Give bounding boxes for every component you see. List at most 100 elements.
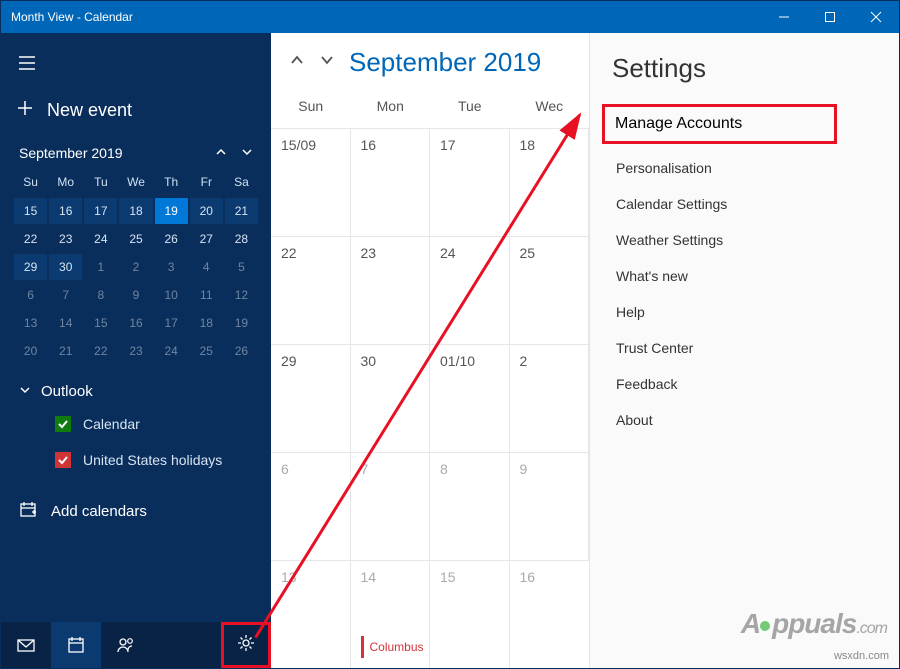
new-event-button[interactable]: New event xyxy=(1,88,271,139)
mini-day[interactable]: 17 xyxy=(155,310,188,336)
day-cell[interactable]: 30 xyxy=(351,345,431,453)
mini-day[interactable]: 4 xyxy=(190,254,223,280)
settings-item-manage-accounts[interactable]: Manage Accounts xyxy=(602,104,837,144)
mini-day[interactable]: 29 xyxy=(14,254,47,280)
mini-day[interactable]: 22 xyxy=(84,338,117,364)
calendar-item[interactable]: United States holidays xyxy=(19,442,253,478)
mini-day[interactable]: 19 xyxy=(225,310,258,336)
mini-day[interactable]: 21 xyxy=(49,338,82,364)
mini-day[interactable]: 14 xyxy=(49,310,82,336)
day-cell[interactable]: 13 xyxy=(271,561,351,668)
day-number: 30 xyxy=(361,353,420,369)
day-cell[interactable]: 15/09 xyxy=(271,129,351,237)
day-cell[interactable]: 7 xyxy=(351,453,431,561)
day-cell[interactable]: 25 xyxy=(510,237,590,345)
day-cell[interactable]: 22 xyxy=(271,237,351,345)
month-title[interactable]: September 2019 xyxy=(349,47,541,78)
day-cell[interactable]: 9 xyxy=(510,453,590,561)
day-cell[interactable]: 2 xyxy=(510,345,590,453)
mini-day[interactable]: 20 xyxy=(14,338,47,364)
hamburger-button[interactable] xyxy=(1,43,271,88)
prev-month-button[interactable] xyxy=(287,50,307,75)
mini-day[interactable]: 6 xyxy=(14,282,47,308)
settings-item-weather-settings[interactable]: Weather Settings xyxy=(612,222,877,258)
mini-day[interactable]: 20 xyxy=(190,198,223,224)
mini-day[interactable]: 25 xyxy=(119,226,152,252)
mini-day[interactable]: 28 xyxy=(225,226,258,252)
settings-item-trust-center[interactable]: Trust Center xyxy=(612,330,877,366)
mini-day[interactable]: 24 xyxy=(84,226,117,252)
mini-day[interactable]: 13 xyxy=(14,310,47,336)
day-cell[interactable]: 16 xyxy=(351,129,431,237)
mini-day[interactable]: 26 xyxy=(155,226,188,252)
mini-day[interactable]: 5 xyxy=(225,254,258,280)
mini-day[interactable]: 19 xyxy=(155,198,188,224)
mini-day[interactable]: 1 xyxy=(84,254,117,280)
maximize-button[interactable] xyxy=(807,1,853,33)
day-cell[interactable]: 17 xyxy=(430,129,510,237)
settings-item-help[interactable]: Help xyxy=(612,294,877,330)
account-toggle[interactable]: Outlook xyxy=(19,383,253,400)
checkbox-icon[interactable] xyxy=(55,416,71,432)
mini-day[interactable]: 30 xyxy=(49,254,82,280)
mini-day[interactable]: 11 xyxy=(190,282,223,308)
people-button[interactable] xyxy=(101,622,151,668)
mini-day[interactable]: 26 xyxy=(225,338,258,364)
mini-day[interactable]: 23 xyxy=(119,338,152,364)
checkbox-icon[interactable] xyxy=(55,452,71,468)
mini-day[interactable]: 15 xyxy=(14,198,47,224)
mini-prev-button[interactable] xyxy=(215,145,227,161)
day-cell[interactable]: 6 xyxy=(271,453,351,561)
add-calendar-icon xyxy=(19,500,37,522)
minimize-button[interactable] xyxy=(761,1,807,33)
settings-button[interactable] xyxy=(221,622,271,668)
add-calendars-button[interactable]: Add calendars xyxy=(1,484,271,538)
mini-day[interactable]: 16 xyxy=(119,310,152,336)
weekday-header: Tue xyxy=(430,88,510,129)
day-cell[interactable]: 24 xyxy=(430,237,510,345)
mini-day[interactable]: 2 xyxy=(119,254,152,280)
day-cell[interactable]: 14Columbus xyxy=(351,561,431,668)
mini-day[interactable]: 23 xyxy=(49,226,82,252)
next-month-button[interactable] xyxy=(317,50,337,75)
weekday-header: Mon xyxy=(351,88,431,129)
settings-item-about[interactable]: About xyxy=(612,402,877,438)
mini-day[interactable]: 10 xyxy=(155,282,188,308)
day-number: 7 xyxy=(361,461,420,477)
day-cell[interactable]: 23 xyxy=(351,237,431,345)
mini-day[interactable]: 15 xyxy=(84,310,117,336)
mini-day[interactable]: 22 xyxy=(14,226,47,252)
day-number: 16 xyxy=(520,569,580,585)
day-cell[interactable]: 01/10 xyxy=(430,345,510,453)
calendar-button[interactable] xyxy=(51,622,101,668)
calendar-item[interactable]: Calendar xyxy=(19,406,253,442)
mini-day[interactable]: 12 xyxy=(225,282,258,308)
settings-item-calendar-settings[interactable]: Calendar Settings xyxy=(612,186,877,222)
mini-day[interactable]: 25 xyxy=(190,338,223,364)
day-cell[interactable]: 29 xyxy=(271,345,351,453)
mini-day[interactable]: 7 xyxy=(49,282,82,308)
mini-day[interactable]: 17 xyxy=(84,198,117,224)
day-cell[interactable]: 18 xyxy=(510,129,590,237)
day-cell[interactable]: 15 xyxy=(430,561,510,668)
day-cell[interactable]: 16 xyxy=(510,561,590,668)
mini-day[interactable]: 18 xyxy=(119,198,152,224)
mini-day[interactable]: 18 xyxy=(190,310,223,336)
mini-day[interactable]: 3 xyxy=(155,254,188,280)
event-chip[interactable]: Columbus xyxy=(361,636,420,658)
mini-day[interactable]: 27 xyxy=(190,226,223,252)
mini-next-button[interactable] xyxy=(241,145,253,161)
day-number: 17 xyxy=(440,137,499,153)
mini-day[interactable]: 8 xyxy=(84,282,117,308)
mini-day[interactable]: 24 xyxy=(155,338,188,364)
settings-item-personalisation[interactable]: Personalisation xyxy=(612,150,877,186)
mini-day[interactable]: 16 xyxy=(49,198,82,224)
mini-day[interactable]: 9 xyxy=(119,282,152,308)
close-button[interactable] xyxy=(853,1,899,33)
day-cell[interactable]: 8 xyxy=(430,453,510,561)
day-number: 24 xyxy=(440,245,499,261)
settings-item-feedback[interactable]: Feedback xyxy=(612,366,877,402)
settings-item-what-s-new[interactable]: What's new xyxy=(612,258,877,294)
mail-button[interactable] xyxy=(1,622,51,668)
mini-day[interactable]: 21 xyxy=(225,198,258,224)
